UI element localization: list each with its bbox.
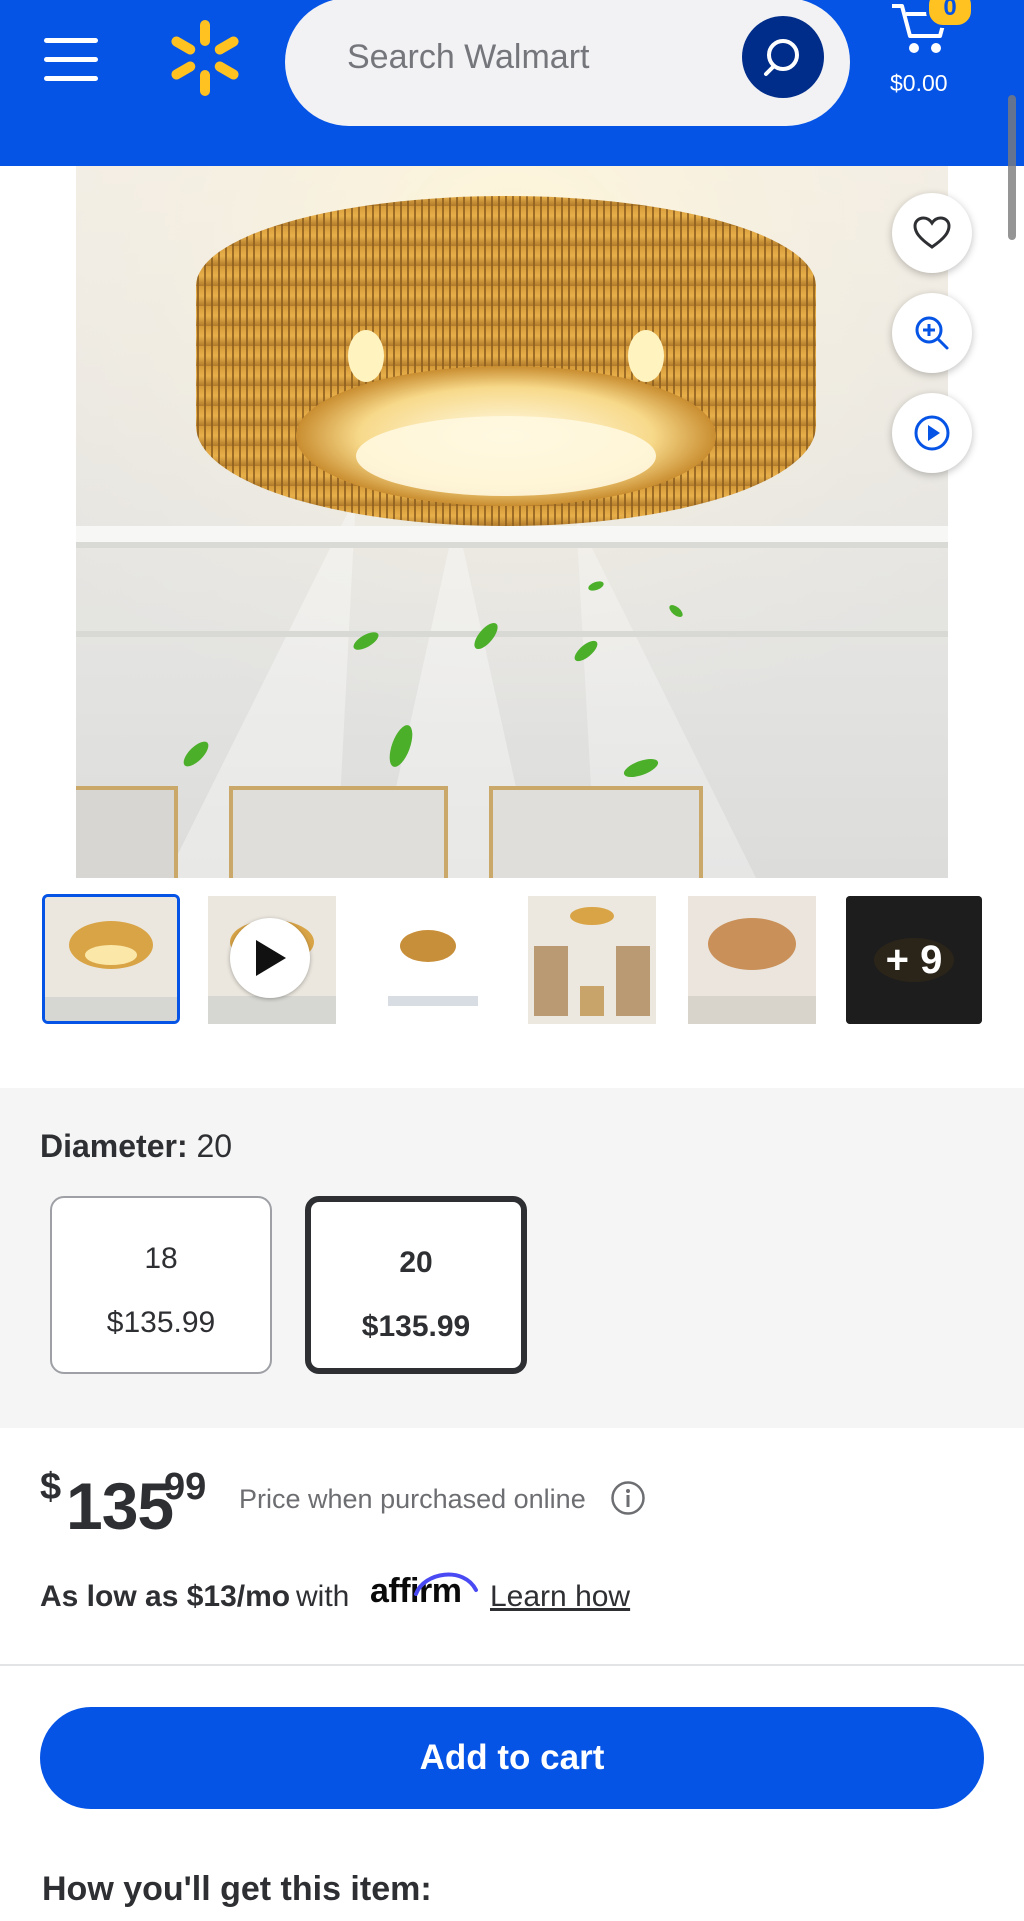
zoom-in-icon [915, 316, 949, 350]
cart-count-badge: 0 [926, 0, 974, 28]
search-input[interactable]: Search Walmart [285, 0, 850, 126]
search-button[interactable] [742, 16, 824, 98]
price-cents: 99 [164, 1466, 207, 1508]
thumbnail-image [45, 897, 177, 1021]
thumbnail-strip: + 9 [42, 894, 982, 1026]
affirm-arc-icon [414, 1572, 478, 1596]
page-scrollbar[interactable] [1008, 95, 1016, 240]
variant-option-18[interactable]: 18 $135.99 [50, 1196, 272, 1374]
fulfillment-heading: How you'll get this item: [42, 1870, 432, 1908]
more-images-count: + 9 [846, 896, 982, 1024]
financing-amount: As low as $13/mo [40, 1580, 291, 1613]
product-main-image[interactable] [76, 166, 948, 878]
thumbnail-more[interactable]: + 9 [846, 896, 982, 1024]
add-to-cart-button[interactable]: Add to cart [40, 1707, 984, 1809]
zoom-button[interactable] [892, 293, 972, 373]
search-icon [764, 39, 799, 76]
search-placeholder: Search Walmart [347, 38, 590, 76]
thumbnail-image [688, 896, 816, 1024]
price-currency: $ [40, 1466, 62, 1508]
cart-button[interactable]: 0 $0.00 [884, 0, 994, 120]
variant-label: Diameter: 20 [40, 1128, 232, 1165]
play-overlay [230, 918, 310, 998]
thumbnail-image [528, 896, 656, 1024]
financing-row: As low as $13/mo with affirm Learn how [40, 1572, 1000, 1622]
variant-selector: Diameter: 20 18 $135.99 20 $135.99 [0, 1088, 1024, 1428]
cart-total: $0.00 [890, 70, 948, 96]
financing-with: with [296, 1580, 350, 1613]
video-button[interactable] [892, 393, 972, 473]
section-divider [0, 1664, 1024, 1666]
price-dollars: 135 [66, 1469, 174, 1543]
option-size: 20 [399, 1246, 433, 1279]
info-icon[interactable] [610, 1480, 646, 1516]
play-video-icon [914, 415, 950, 451]
learn-how-link[interactable]: Learn how [490, 1580, 630, 1614]
rattan-ceiling-fan-image [76, 166, 948, 878]
variant-option-20[interactable]: 20 $135.99 [305, 1196, 527, 1374]
thumbnail-2-video[interactable] [208, 896, 336, 1024]
top-header: Search Walmart 0 $0.00 [0, 0, 1024, 166]
favorite-button[interactable] [892, 193, 972, 273]
thumbnail-image [368, 896, 496, 1024]
walmart-spark-logo[interactable] [168, 20, 242, 96]
thumbnail-5[interactable] [688, 896, 816, 1024]
thumbnail-4[interactable] [528, 896, 656, 1024]
price-note: Price when purchased online [239, 1484, 586, 1514]
option-size: 18 [144, 1242, 178, 1275]
variant-label-name: Diameter: [40, 1128, 188, 1164]
thumbnail-1[interactable] [42, 894, 180, 1024]
variant-selected-value: 20 [196, 1128, 233, 1164]
thumbnail-3[interactable] [368, 896, 496, 1024]
option-price: $135.99 [106, 1306, 216, 1339]
menu-icon[interactable] [44, 38, 98, 82]
option-price: $135.99 [361, 1310, 471, 1343]
play-icon [256, 940, 286, 976]
price-row: $ 135 99 Price when purchased online [40, 1466, 1000, 1543]
heart-icon [913, 216, 951, 249]
